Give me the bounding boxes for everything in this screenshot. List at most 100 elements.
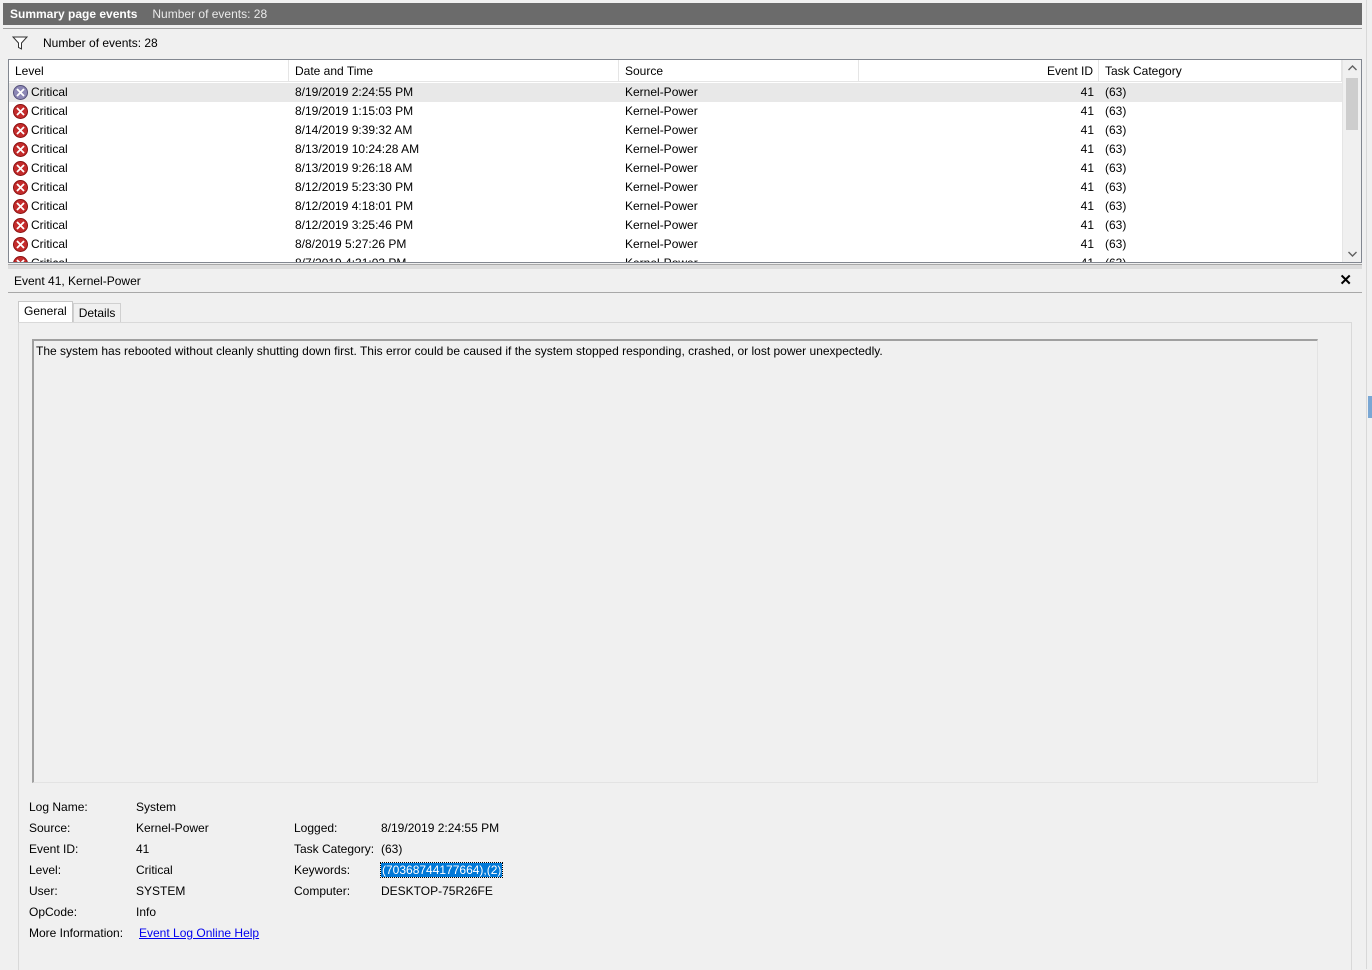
- filter-icon[interactable]: [12, 36, 28, 50]
- task-category-label: Task Category:: [294, 842, 375, 856]
- grid-scrollbar[interactable]: [1342, 60, 1361, 262]
- event-id-cell: 41: [1080, 237, 1094, 251]
- scroll-down-arrow-icon[interactable]: [1343, 246, 1361, 262]
- detail-separator: [8, 292, 1362, 293]
- level-text: Critical: [31, 142, 68, 156]
- event-datetime-cell: 8/13/2019 9:26:18 AM: [295, 161, 413, 175]
- level-text: Critical: [31, 85, 68, 99]
- event-datetime-cell: 8/12/2019 4:18:01 PM: [295, 199, 414, 213]
- table-row[interactable]: Critical 8/8/2019 5:27:26 PM Kernel-Power 4…: [9, 235, 1342, 254]
- scroll-up-arrow-icon[interactable]: [1343, 60, 1361, 76]
- level-value: Critical: [136, 863, 173, 877]
- event-id-cell: 41: [1080, 256, 1094, 263]
- level-text: Critical: [31, 104, 68, 118]
- logged-label: Logged:: [294, 821, 338, 835]
- critical-icon: [13, 85, 28, 100]
- column-header-date-time[interactable]: Date and Time: [289, 60, 619, 82]
- column-header-source[interactable]: Source: [619, 60, 859, 82]
- keywords-label: Keywords:: [294, 863, 351, 877]
- summary-title: Summary page events: [10, 7, 138, 21]
- table-row[interactable]: Critical 8/19/2019 2:24:55 PM Kernel-Power…: [9, 83, 1342, 102]
- event-id-cell: 41: [1080, 123, 1094, 137]
- table-row[interactable]: Critical 8/13/2019 10:24:28 AM Kernel-Powe…: [9, 140, 1342, 159]
- summary-title-bar: Summary page events Number of events: 28: [3, 3, 1362, 25]
- event-task-category-cell: (63): [1105, 85, 1127, 99]
- table-row[interactable]: Critical 8/12/2019 5:23:30 PM Kernel-Power…: [9, 178, 1342, 197]
- keywords-value[interactable]: (70368744177664),(2): [379, 862, 504, 878]
- critical-icon: [13, 161, 28, 176]
- table-row[interactable]: Critical 8/14/2019 9:39:32 AM Kernel-Power…: [9, 121, 1342, 140]
- event-datetime-cell: 8/13/2019 10:24:28 AM: [295, 142, 420, 156]
- event-source-cell: Kernel-Power: [625, 123, 698, 137]
- level-label: Level:: [29, 863, 62, 877]
- column-header-level[interactable]: Level: [9, 60, 289, 82]
- event-task-category-cell: (63): [1105, 123, 1127, 137]
- column-header-task-category[interactable]: Task Category: [1099, 60, 1342, 82]
- critical-icon: [13, 237, 28, 252]
- filter-event-count: Number of events: 28: [43, 36, 158, 50]
- critical-icon: [13, 199, 28, 214]
- logged-value: 8/19/2019 2:24:55 PM: [381, 821, 500, 835]
- event-level-cell: Critical: [13, 178, 283, 197]
- critical-icon: [13, 218, 28, 233]
- event-id-cell: 41: [1080, 199, 1094, 213]
- window-edge: [1366, 0, 1372, 969]
- tab-general[interactable]: General: [18, 301, 73, 323]
- keywords-value-field[interactable]: (70368744177664),(2): [379, 860, 504, 881]
- title-separator: [3, 28, 1362, 29]
- event-level-cell: Critical: [13, 102, 283, 121]
- event-task-category-cell: (63): [1105, 142, 1127, 156]
- event-id-cell: 41: [1080, 142, 1094, 156]
- table-row[interactable]: Critical 8/13/2019 9:26:18 AM Kernel-Power…: [9, 159, 1342, 178]
- event-source-cell: Kernel-Power: [625, 256, 698, 263]
- event-datetime-cell: 8/7/2019 4:31:03 PM: [295, 256, 407, 263]
- critical-icon: [13, 180, 28, 195]
- tab-details[interactable]: Details: [72, 303, 122, 323]
- event-id-value: 41: [136, 842, 150, 856]
- event-source-cell: Kernel-Power: [625, 161, 698, 175]
- level-text: Critical: [31, 199, 68, 213]
- critical-icon: [13, 123, 28, 138]
- source-label: Source:: [29, 821, 71, 835]
- pane-splitter[interactable]: [8, 264, 1362, 269]
- event-datetime-cell: 8/12/2019 3:25:46 PM: [295, 218, 414, 232]
- event-level-cell: Critical: [13, 140, 283, 159]
- critical-icon: [13, 256, 28, 262]
- event-source-cell: Kernel-Power: [625, 180, 698, 194]
- table-row[interactable]: Critical 8/12/2019 4:18:01 PM Kernel-Power…: [9, 197, 1342, 216]
- detail-header: Event 41, Kernel-Power ✕: [8, 270, 1362, 292]
- event-log-online-help-link[interactable]: Event Log Online Help: [139, 923, 259, 944]
- close-icon[interactable]: ✕: [1339, 273, 1352, 288]
- event-id-label: Event ID:: [29, 842, 79, 856]
- detail-title: Event 41, Kernel-Power: [14, 274, 141, 288]
- grid-header: Level Date and Time Source Event ID Task…: [9, 60, 1342, 83]
- source-value: Kernel-Power: [136, 821, 209, 835]
- table-row[interactable]: Critical 8/19/2019 1:15:03 PM Kernel-Power…: [9, 102, 1342, 121]
- critical-icon: [13, 104, 28, 119]
- event-datetime-cell: 8/19/2019 1:15:03 PM: [295, 104, 414, 118]
- event-datetime-cell: 8/12/2019 5:23:30 PM: [295, 180, 414, 194]
- opcode-value: Info: [136, 905, 157, 919]
- event-source-cell: Kernel-Power: [625, 237, 698, 251]
- event-datetime-cell: 8/8/2019 5:27:26 PM: [295, 237, 407, 251]
- event-level-cell: Critical: [13, 197, 283, 216]
- level-text: Critical: [31, 180, 68, 194]
- computer-value: DESKTOP-75R26FE: [381, 884, 493, 898]
- level-text: Critical: [31, 161, 68, 175]
- event-id-cell: 41: [1080, 104, 1094, 118]
- level-text: Critical: [31, 237, 68, 251]
- column-header-event-id[interactable]: Event ID: [859, 60, 1099, 82]
- detail-tabs: General Details: [18, 301, 122, 323]
- log-name-value: System: [136, 800, 177, 814]
- table-row[interactable]: Critical 8/7/2019 4:31:03 PM Kernel-Power 4…: [9, 254, 1342, 263]
- event-source-cell: Kernel-Power: [625, 104, 698, 118]
- table-row[interactable]: Critical 8/12/2019 3:25:46 PM Kernel-Power…: [9, 216, 1342, 235]
- summary-event-count: Number of events: 28: [152, 7, 268, 21]
- edge-marker: [1368, 396, 1372, 418]
- event-level-cell: Critical: [13, 254, 283, 262]
- scroll-thumb[interactable]: [1346, 78, 1358, 130]
- event-id-cell: 41: [1080, 218, 1094, 232]
- description-box[interactable]: The system has rebooted without cleanly …: [32, 339, 1318, 783]
- event-source-cell: Kernel-Power: [625, 199, 698, 213]
- events-grid[interactable]: Level Date and Time Source Event ID Task…: [8, 59, 1362, 263]
